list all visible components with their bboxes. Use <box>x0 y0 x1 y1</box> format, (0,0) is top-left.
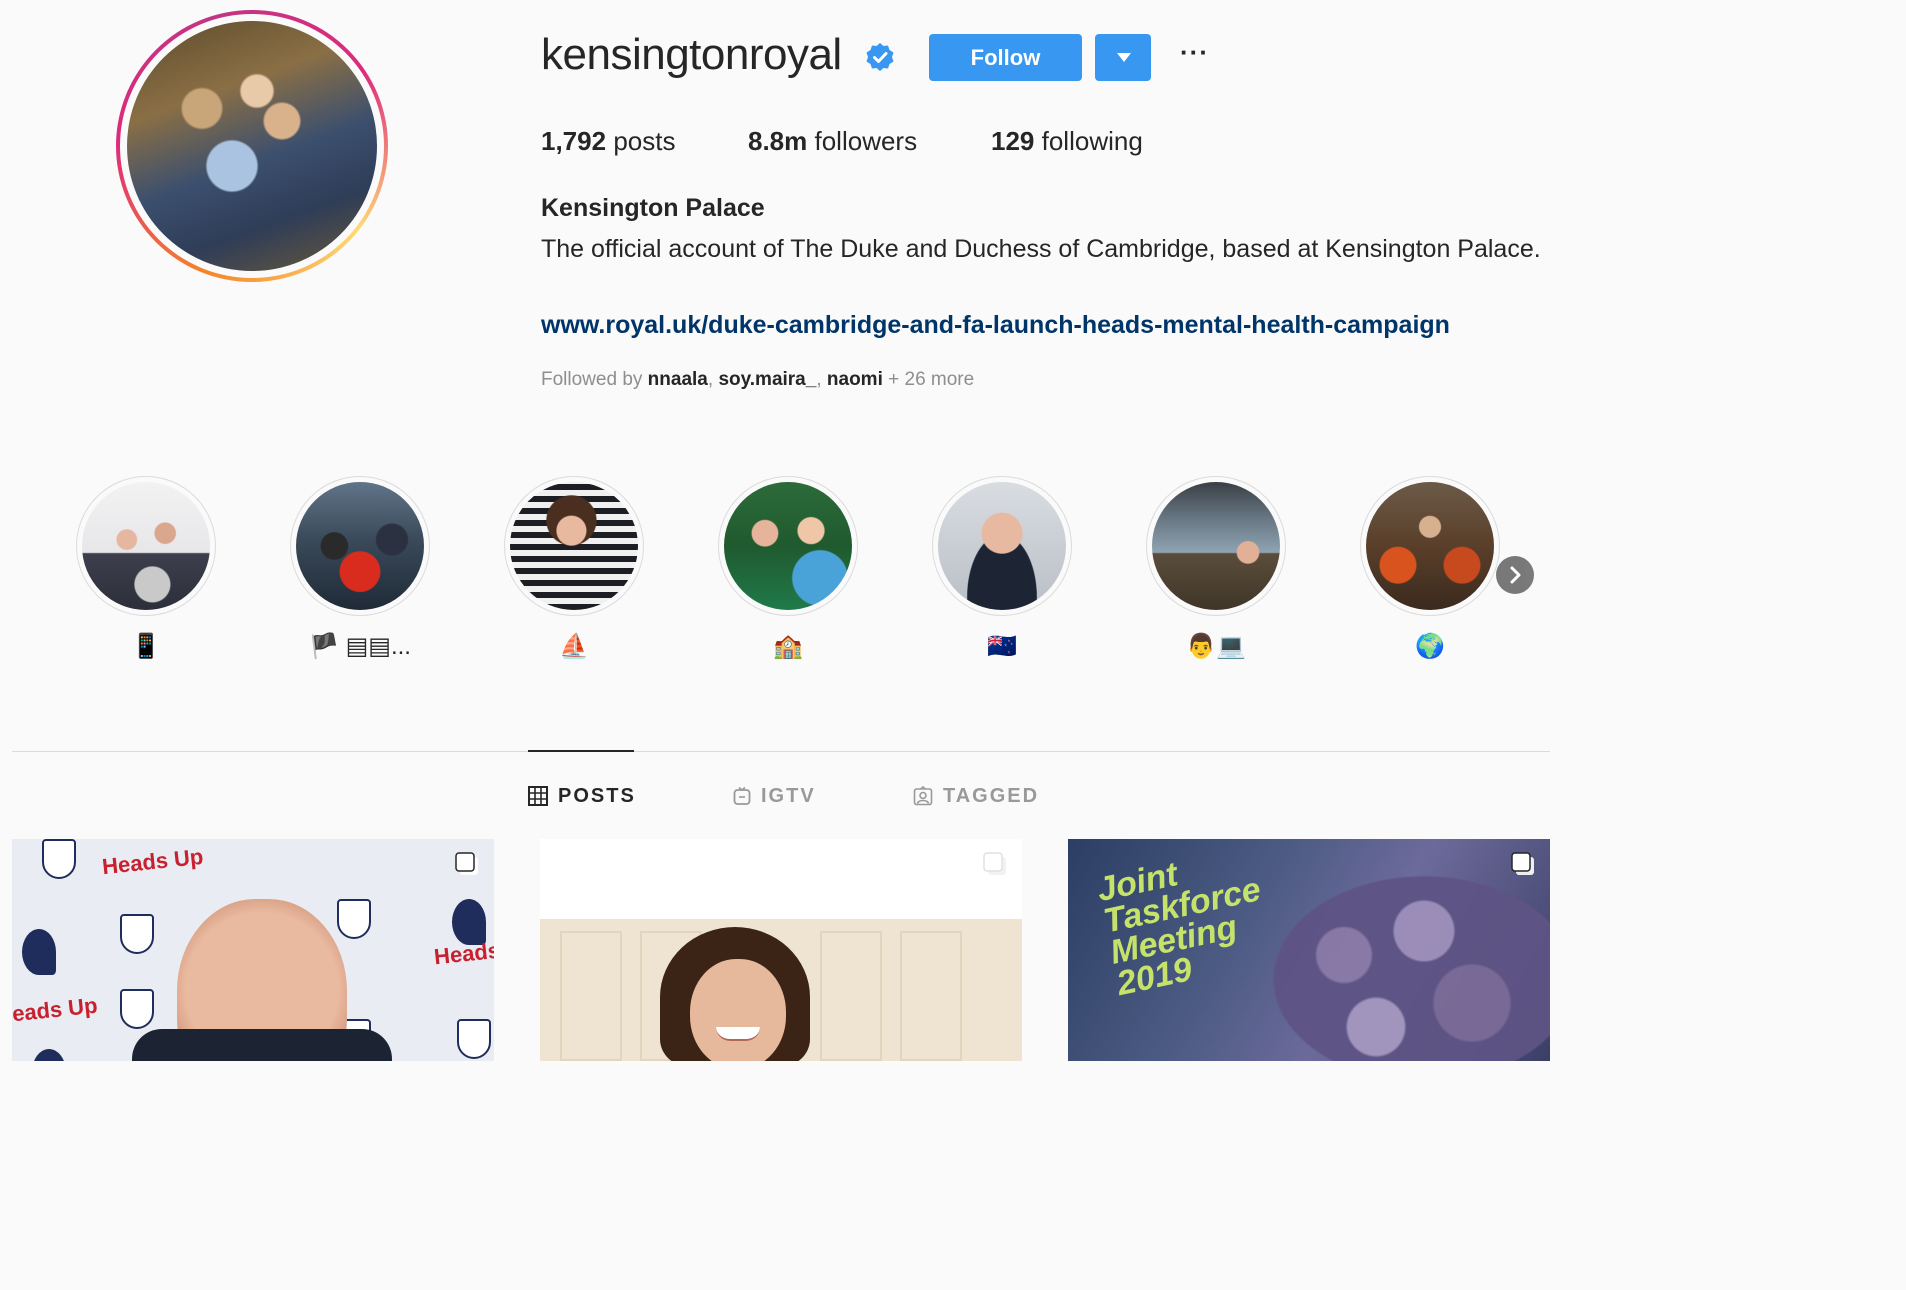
posts-label: posts <box>613 126 676 156</box>
backdrop-text: Heads <box>432 937 494 970</box>
highlight-cover <box>296 482 424 610</box>
followers-label: followers <box>814 126 918 156</box>
highlight-label: 📱 <box>131 633 161 660</box>
stat-followers[interactable]: 8.8m followers <box>748 126 917 157</box>
highlight-label: 👨💻 <box>1186 633 1246 660</box>
post-subject <box>1248 859 1550 1061</box>
backdrop-crest <box>120 989 154 1029</box>
avatar-frame <box>120 14 384 278</box>
highlight-cover <box>82 482 210 610</box>
following-count: 129 <box>991 126 1035 156</box>
story-highlight[interactable]: ⛵ <box>504 476 644 660</box>
backdrop-logo <box>32 1049 66 1061</box>
highlight-cover <box>510 482 638 610</box>
profile-avatar-ring[interactable] <box>116 10 388 282</box>
post-subject <box>690 959 786 1061</box>
backdrop-text: eads Up <box>12 992 99 1027</box>
highlight-ring <box>504 476 644 616</box>
stat-following[interactable]: 129 following <box>991 126 1143 157</box>
highlight-cover <box>724 482 852 610</box>
chevron-right-icon <box>1510 566 1521 584</box>
tab-label: IGTV <box>761 784 816 807</box>
story-highlight[interactable]: 🇳🇿 <box>932 476 1072 660</box>
post-thumbnail[interactable] <box>540 839 1022 1061</box>
wall-panel <box>900 931 962 1061</box>
story-highlight[interactable]: 📱 <box>76 476 216 660</box>
story-highlight[interactable]: 👨💻 <box>1146 476 1286 660</box>
verified-badge-icon <box>865 42 895 72</box>
carousel-icon <box>982 851 1010 884</box>
avatar[interactable] <box>127 21 377 271</box>
tab-igtv[interactable]: IGTV <box>733 784 816 808</box>
backdrop-logo <box>452 899 486 945</box>
tab-label: POSTS <box>558 784 636 807</box>
story-highlight[interactable]: 🌍 <box>1360 476 1500 660</box>
followed-by-prefix: Followed by <box>541 369 643 390</box>
wall-panel <box>820 931 882 1061</box>
igtv-icon <box>733 786 751 805</box>
profile-full-name: Kensington Palace <box>541 194 765 222</box>
highlight-ring <box>932 476 1072 616</box>
highlight-label: 🌍 <box>1415 633 1445 660</box>
highlight-cover <box>1152 482 1280 610</box>
backdrop-crest <box>120 914 154 954</box>
profile-username: kensingtonroyal <box>541 30 842 79</box>
more-options-button[interactable]: ··· <box>1180 39 1212 70</box>
active-tab-indicator <box>528 750 634 752</box>
followed-by-user[interactable]: soy.maira_ <box>718 369 816 390</box>
highlight-label: 🏫 <box>773 633 803 660</box>
tab-posts[interactable]: POSTS <box>528 784 636 808</box>
followed-by-more[interactable]: + 26 more <box>888 369 974 390</box>
story-highlight[interactable]: 🏫 <box>718 476 858 660</box>
tab-tagged[interactable]: TAGGED <box>913 784 1039 808</box>
highlight-ring <box>76 476 216 616</box>
backdrop-crest <box>337 899 371 939</box>
follow-button[interactable]: Follow <box>929 34 1082 81</box>
posts-count: 1,792 <box>541 126 607 156</box>
highlight-ring <box>718 476 858 616</box>
post-overlay-text: Joint Taskforce Meeting 2019 <box>1093 855 1265 1004</box>
tab-label: TAGGED <box>943 784 1040 807</box>
highlight-ring <box>290 476 430 616</box>
story-highlight[interactable]: 🏴 ▤▤... <box>290 476 430 660</box>
post-thumbnail[interactable]: Heads Up Heads eads Up <box>12 839 494 1061</box>
tabs-divider <box>12 751 1550 752</box>
profile-bio: The official account of The Duke and Duc… <box>541 235 1541 263</box>
post-thumbnail[interactable]: Joint Taskforce Meeting 2019 <box>1068 839 1550 1061</box>
followed-by-user[interactable]: naomi <box>827 369 883 390</box>
backdrop-crest <box>42 839 76 879</box>
followers-count: 8.8m <box>748 126 808 156</box>
backdrop-text: Heads Up <box>100 843 205 880</box>
backdrop-crest <box>457 1019 491 1059</box>
highlight-label: ⛵ <box>559 633 589 660</box>
profile-website-link[interactable]: www.royal.uk/duke-cambridge-and-fa-launc… <box>541 311 1450 340</box>
highlight-cover <box>1366 482 1494 610</box>
highlights-next-button[interactable] <box>1496 556 1534 594</box>
highlight-ring <box>1360 476 1500 616</box>
carousel-icon <box>454 851 482 884</box>
stat-posts: 1,792 posts <box>541 126 675 157</box>
post-subject-suit <box>132 1029 392 1061</box>
highlight-cover <box>938 482 1066 610</box>
caret-down-icon <box>1117 53 1131 62</box>
following-label: following <box>1041 126 1143 156</box>
carousel-icon <box>1510 851 1538 884</box>
backdrop-logo <box>22 929 56 975</box>
grid-icon <box>528 786 548 806</box>
highlight-label: 🇳🇿 <box>987 633 1017 660</box>
highlight-ring <box>1146 476 1286 616</box>
tagged-user-icon <box>913 786 933 806</box>
suggested-accounts-dropdown-button[interactable] <box>1095 34 1151 81</box>
followed-by[interactable]: Followed by nnaala, soy.maira_, naomi + … <box>541 369 974 391</box>
wall-panel <box>560 931 622 1061</box>
highlight-label: 🏴 ▤▤... <box>309 633 411 660</box>
followed-by-user[interactable]: nnaala <box>648 369 708 390</box>
